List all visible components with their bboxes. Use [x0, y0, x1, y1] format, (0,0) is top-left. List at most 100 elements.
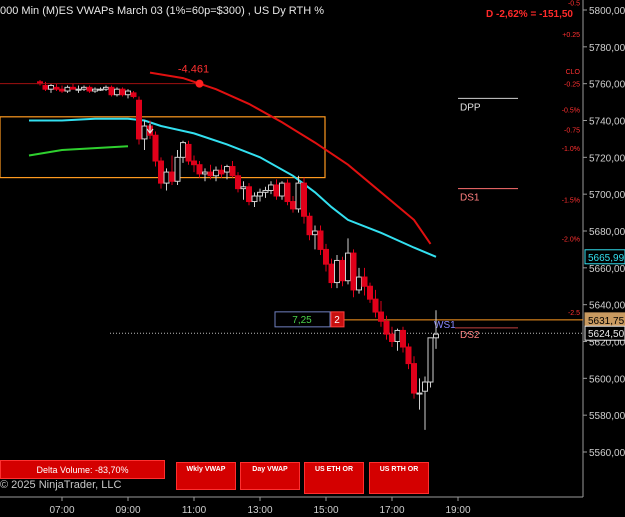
candle-body: [240, 186, 247, 190]
percent-tick-label: CLO: [566, 69, 581, 76]
candle: [279, 181, 285, 200]
candle: [257, 188, 263, 202]
candle-body: [389, 333, 395, 342]
candle: [92, 87, 98, 93]
candle-body: [48, 85, 54, 90]
time-tick-label: 07:00: [49, 505, 74, 516]
candle-body: [169, 171, 175, 182]
candle: [273, 179, 280, 200]
candle: [383, 315, 390, 340]
candle: [70, 83, 76, 90]
candle: [136, 96, 142, 145]
candle: [284, 179, 291, 206]
candle-body: [196, 164, 203, 175]
wkly-vwap-button[interactable]: Wkly VWAP: [176, 462, 236, 490]
candle-body: [130, 92, 137, 98]
green-vwap-line: [28, 145, 129, 157]
percent-tick-label: -0.25: [564, 82, 580, 89]
time-tick-label: 11:00: [182, 505, 207, 516]
candle: [114, 87, 120, 97]
price-chart[interactable]: DPP DS1 WS1 DS2 5800,00 5780,00 5760,00 5740,0…: [0, 0, 625, 517]
candle-body: [394, 329, 401, 343]
us-rth-or-button[interactable]: US RTH OR: [369, 462, 429, 494]
candle: [317, 225, 324, 255]
candle: [202, 168, 208, 182]
candle-body: [378, 311, 384, 322]
candle: [334, 254, 340, 289]
candle-body: [191, 160, 197, 166]
candle-body: [400, 329, 406, 348]
candle: [422, 376, 428, 430]
candle: [86, 85, 93, 93]
candle-body: [295, 182, 302, 210]
candle-body: [422, 381, 428, 392]
candle: [394, 328, 401, 351]
candle: [323, 243, 329, 272]
candle-body: [356, 276, 362, 291]
candle-body: [290, 201, 296, 210]
candle: [372, 289, 379, 318]
time-tick-label: 15:00: [313, 505, 338, 516]
candle: [59, 85, 65, 93]
candle: [48, 83, 54, 93]
candle: [103, 85, 109, 92]
candle-body: [158, 160, 164, 184]
candle: [235, 172, 241, 193]
price-tick-label: 5640,00: [589, 301, 625, 312]
price-tick-label: 5680,00: [589, 227, 625, 238]
candle: [389, 326, 395, 348]
candle-body: [345, 252, 351, 282]
candle-body: [268, 184, 274, 191]
candle: [290, 196, 296, 213]
candle: [196, 161, 203, 178]
candle-body: [125, 90, 131, 96]
price-tick-label: 5760,00: [589, 80, 625, 91]
price-tick-label: 5800,00: [589, 6, 625, 17]
copyright-text: © 2025 NinjaTrader, LLC: [0, 479, 122, 491]
last-price-label: 5624,50: [588, 329, 625, 340]
chart-panel[interactable]: DPP DS1 WS1 DS2 5800,00 5780,00 5760,00 5740,0…: [0, 0, 625, 517]
candle: [427, 337, 434, 388]
delta-volume-button[interactable]: Delta Volume: -83,70%: [0, 460, 165, 479]
candle: [361, 267, 368, 296]
candle: [163, 168, 170, 191]
price-tick-label: 5720,00: [589, 153, 625, 164]
candle-body: [306, 215, 313, 236]
candle-body: [372, 298, 379, 313]
wkly-vwap-line: [149, 71, 432, 245]
candle-body: [202, 171, 208, 175]
time-tick-label: 19:00: [445, 505, 470, 516]
percent-tick-label: -1.5%: [562, 198, 580, 205]
candle: [229, 161, 236, 178]
ws1-label: WS1: [434, 320, 456, 331]
candle: [312, 225, 318, 250]
us-eth-or-button[interactable]: US ETH OR: [304, 462, 364, 494]
candle-body: [312, 230, 318, 236]
order-line-price-label: 5631,75: [588, 316, 625, 327]
day-vwap-button[interactable]: Day VWAP: [240, 462, 300, 490]
candle: [400, 326, 406, 353]
candle-body: [86, 86, 93, 92]
candle: [119, 87, 126, 97]
ds1-label: DS1: [460, 193, 480, 204]
candle-body: [317, 230, 324, 250]
candle-body: [367, 285, 373, 300]
candle-body: [339, 259, 346, 282]
candle-body: [75, 88, 82, 91]
candle-body: [174, 156, 181, 182]
order-qty-value: 7,25: [292, 315, 312, 326]
candle-body: [416, 392, 423, 395]
candle: [240, 181, 247, 200]
price-tick-label: 5580,00: [589, 411, 625, 422]
candle-body: [257, 191, 263, 197]
price-tick-label: 5660,00: [589, 264, 625, 275]
candle: [416, 378, 423, 410]
candle: [37, 79, 43, 86]
candle-body: [218, 169, 225, 175]
candle-body: [97, 88, 104, 91]
candle-body: [251, 195, 258, 203]
candle-body: [207, 171, 214, 177]
candle-body: [119, 88, 126, 96]
dpp-label: DPP: [460, 102, 481, 113]
candle: [81, 85, 87, 92]
